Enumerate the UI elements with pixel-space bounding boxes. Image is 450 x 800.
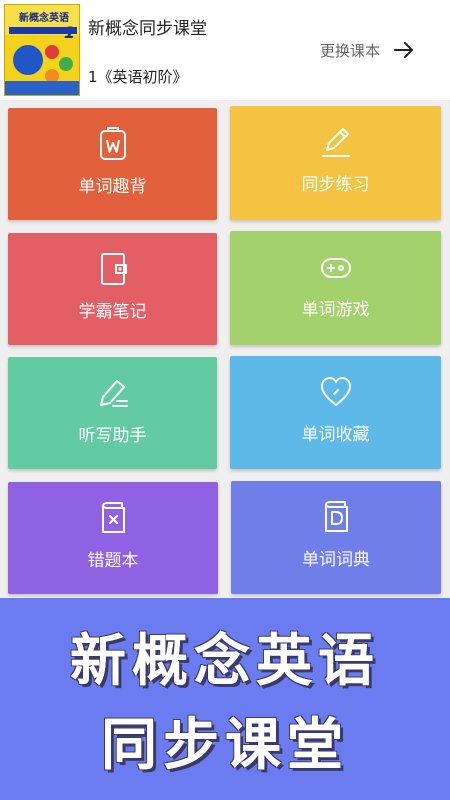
cover-dot-green: [59, 57, 73, 71]
w-badge-icon: [99, 127, 126, 160]
notebook-icon: [100, 253, 127, 285]
cover-dot-red: [45, 45, 59, 59]
cover-english-strip: [9, 27, 77, 34]
cover-globe: [13, 45, 43, 75]
pencil-icon: [321, 128, 350, 157]
tile-label: 单词词典: [302, 550, 370, 570]
tile-top-notes[interactable]: 学霸笔记: [8, 233, 217, 345]
tile-sync-practice[interactable]: 同步练习: [230, 106, 441, 220]
heart-icon: [320, 377, 351, 406]
course-title: 新概念同步课堂: [88, 19, 207, 39]
textbook-cover-image[interactable]: 新概念英语 1: [4, 4, 80, 96]
cover-bottom-strip: [5, 81, 79, 95]
dictionary-icon: [325, 501, 348, 532]
banner-title-line2: 同步课堂: [101, 713, 349, 778]
tile-label: 错题本: [87, 551, 139, 571]
tile-label: 同步练习: [301, 175, 370, 195]
tile-label: 单词游戏: [301, 300, 370, 320]
change-textbook-button[interactable]: 更换课本: [320, 38, 414, 62]
tile-word-dictionary[interactable]: 单词词典: [231, 481, 441, 594]
tile-label: 单词趣背: [78, 177, 147, 197]
tile-error-book[interactable]: 错题本: [8, 482, 218, 594]
error-book-icon: [102, 502, 125, 533]
gamepad-icon: [320, 258, 351, 278]
change-textbook-label: 更换课本: [320, 41, 381, 60]
tile-label: 听写助手: [78, 426, 147, 446]
course-header: 新概念英语 1 新概念同步课堂 1《英语初阶》 更换课本: [0, 0, 450, 100]
tile-word-favorites[interactable]: 单词收藏: [230, 356, 441, 469]
tile-dictation-helper[interactable]: 听写助手: [8, 357, 217, 469]
dictation-pen-icon: [99, 380, 128, 407]
tile-label: 学霸笔记: [78, 302, 147, 322]
tile-label: 单词收藏: [301, 425, 370, 445]
cover-title: 新概念英语: [19, 13, 69, 24]
tile-word-game[interactable]: 单词游戏: [230, 231, 441, 345]
banner-title-line1: 新概念英语: [70, 629, 380, 694]
course-subtitle: 1《英语初阶》: [88, 68, 188, 86]
arrow-right-icon: [394, 42, 414, 58]
tile-word-memorize[interactable]: 单词趣背: [8, 108, 217, 220]
